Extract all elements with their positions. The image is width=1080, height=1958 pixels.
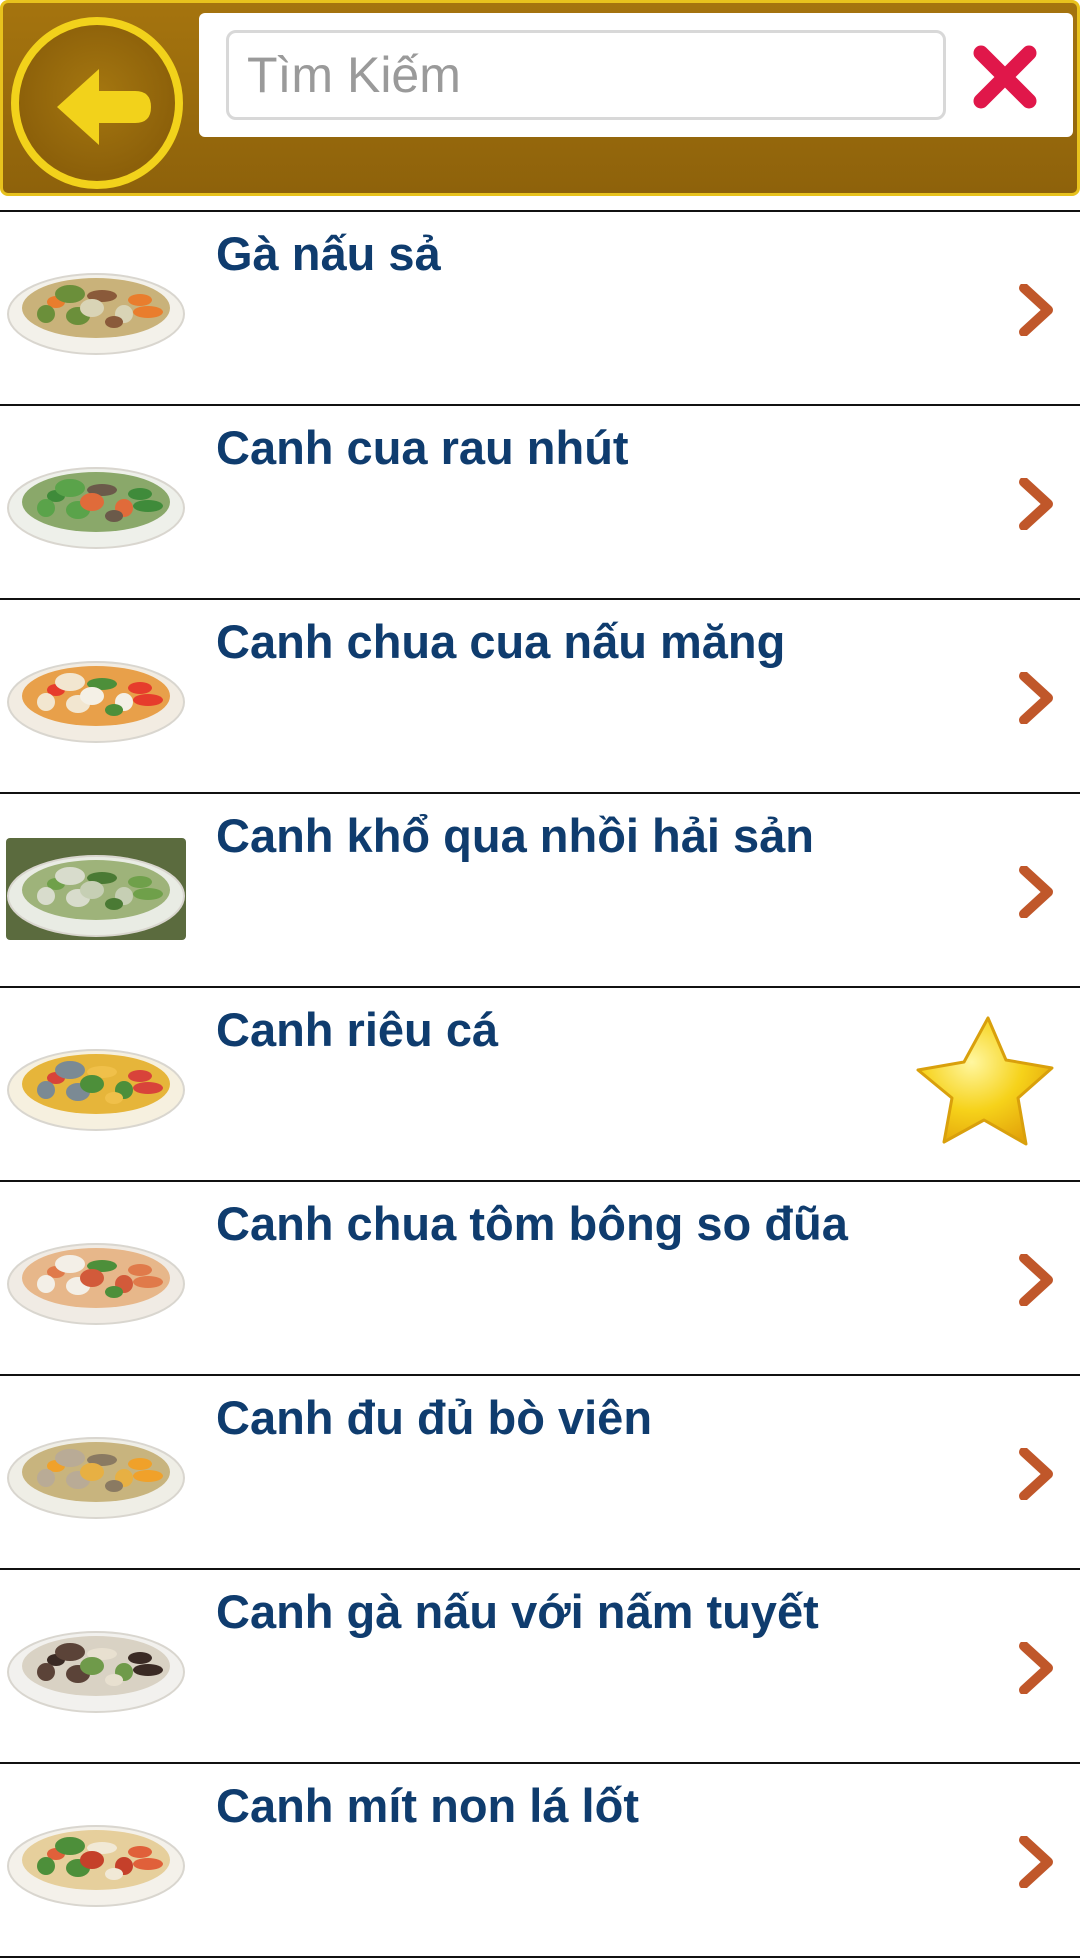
recipe-list: Gà nấu sả Canh cua rau nhút Canh chua cua … <box>0 212 1080 1958</box>
chevron-right-icon[interactable] <box>1018 478 1054 530</box>
dish-thumbnail <box>6 1226 186 1328</box>
list-item[interactable]: Gà nấu sả <box>0 212 1080 406</box>
list-item[interactable]: Canh khổ qua nhồi hải sản <box>0 794 1080 988</box>
dish-thumbnail <box>6 1614 186 1716</box>
list-item[interactable]: Canh chua tôm bông so đũa <box>0 1182 1080 1376</box>
list-item[interactable]: Canh riêu cá <box>0 988 1080 1182</box>
chevron-right-icon[interactable] <box>1018 1642 1054 1694</box>
dish-title: Canh chua cua nấu măng <box>216 615 786 668</box>
dish-thumbnail <box>6 256 186 358</box>
dish-thumbnail <box>6 1032 186 1134</box>
top-bar <box>0 0 1080 196</box>
dish-title: Canh khổ qua nhồi hải sản <box>216 809 814 862</box>
dish-title: Canh riêu cá <box>216 1003 499 1056</box>
list-item[interactable]: Canh chua cua nấu măng <box>0 600 1080 794</box>
dish-thumbnail <box>6 838 186 940</box>
list-item[interactable]: Canh gà nấu với nấm tuyết <box>0 1570 1080 1764</box>
star-icon[interactable] <box>910 1010 1060 1150</box>
close-icon <box>973 45 1037 109</box>
chevron-right-icon[interactable] <box>1018 1836 1054 1888</box>
chevron-right-icon[interactable] <box>1018 672 1054 724</box>
dish-thumbnail <box>6 450 186 552</box>
clear-search-button[interactable] <box>971 43 1039 111</box>
dish-thumbnail <box>6 1420 186 1522</box>
dish-title: Canh cua rau nhút <box>216 421 629 474</box>
chevron-right-icon[interactable] <box>1018 1448 1054 1500</box>
back-button[interactable] <box>11 17 183 189</box>
search-panel <box>199 13 1073 137</box>
list-item[interactable]: Canh cua rau nhút <box>0 406 1080 600</box>
dish-title: Canh mít non lá lốt <box>216 1779 639 1832</box>
chevron-right-icon[interactable] <box>1018 1254 1054 1306</box>
dish-title: Canh chua tôm bông so đũa <box>216 1197 848 1250</box>
dish-thumbnail <box>6 1808 186 1910</box>
arrow-left-icon <box>57 69 151 145</box>
dish-thumbnail <box>6 644 186 746</box>
chevron-right-icon[interactable] <box>1018 866 1054 918</box>
list-item[interactable]: Canh đu đủ bò viên <box>0 1376 1080 1570</box>
list-item[interactable]: Canh mít non lá lốt <box>0 1764 1080 1958</box>
search-input[interactable] <box>226 30 946 120</box>
dish-title: Canh đu đủ bò viên <box>216 1391 653 1444</box>
chevron-right-icon[interactable] <box>1018 284 1054 336</box>
dish-title: Gà nấu sả <box>216 227 441 280</box>
dish-title: Canh gà nấu với nấm tuyết <box>216 1585 819 1638</box>
